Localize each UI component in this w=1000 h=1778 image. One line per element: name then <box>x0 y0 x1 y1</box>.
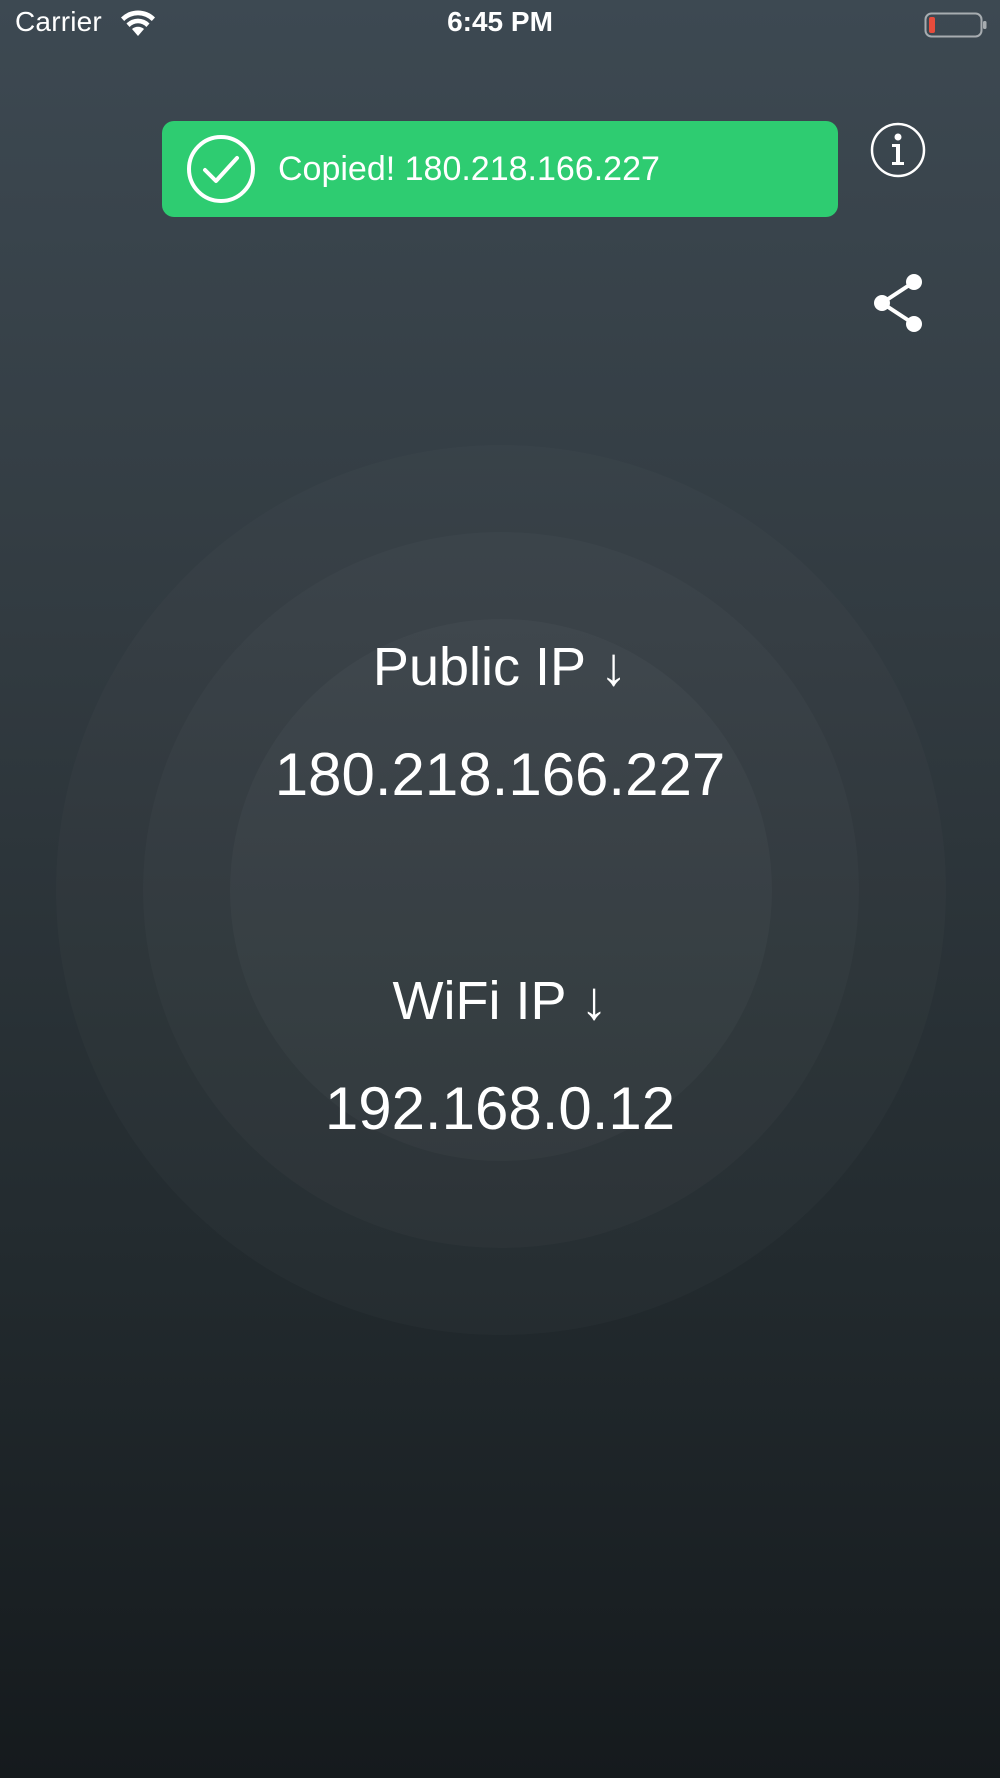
public-ip-label[interactable]: Public IP ↓ <box>0 636 1000 698</box>
wifi-ip-value[interactable]: 192.168.0.12 <box>0 1074 1000 1143</box>
copied-toast[interactable]: Copied! 180.218.166.227 <box>162 121 838 217</box>
checkmark-circle-icon <box>187 135 255 203</box>
wifi-ip-label[interactable]: WiFi IP ↓ <box>0 970 1000 1032</box>
share-icon[interactable] <box>868 270 928 336</box>
info-icon[interactable] <box>868 120 928 180</box>
toast-message: Copied! 180.218.166.227 <box>278 150 660 188</box>
status-bar: Carrier 6:45 PM <box>0 0 1000 50</box>
battery-low-icon <box>924 12 987 38</box>
public-ip-value[interactable]: 180.218.166.227 <box>0 740 1000 809</box>
status-time: 6:45 PM <box>447 6 553 37</box>
